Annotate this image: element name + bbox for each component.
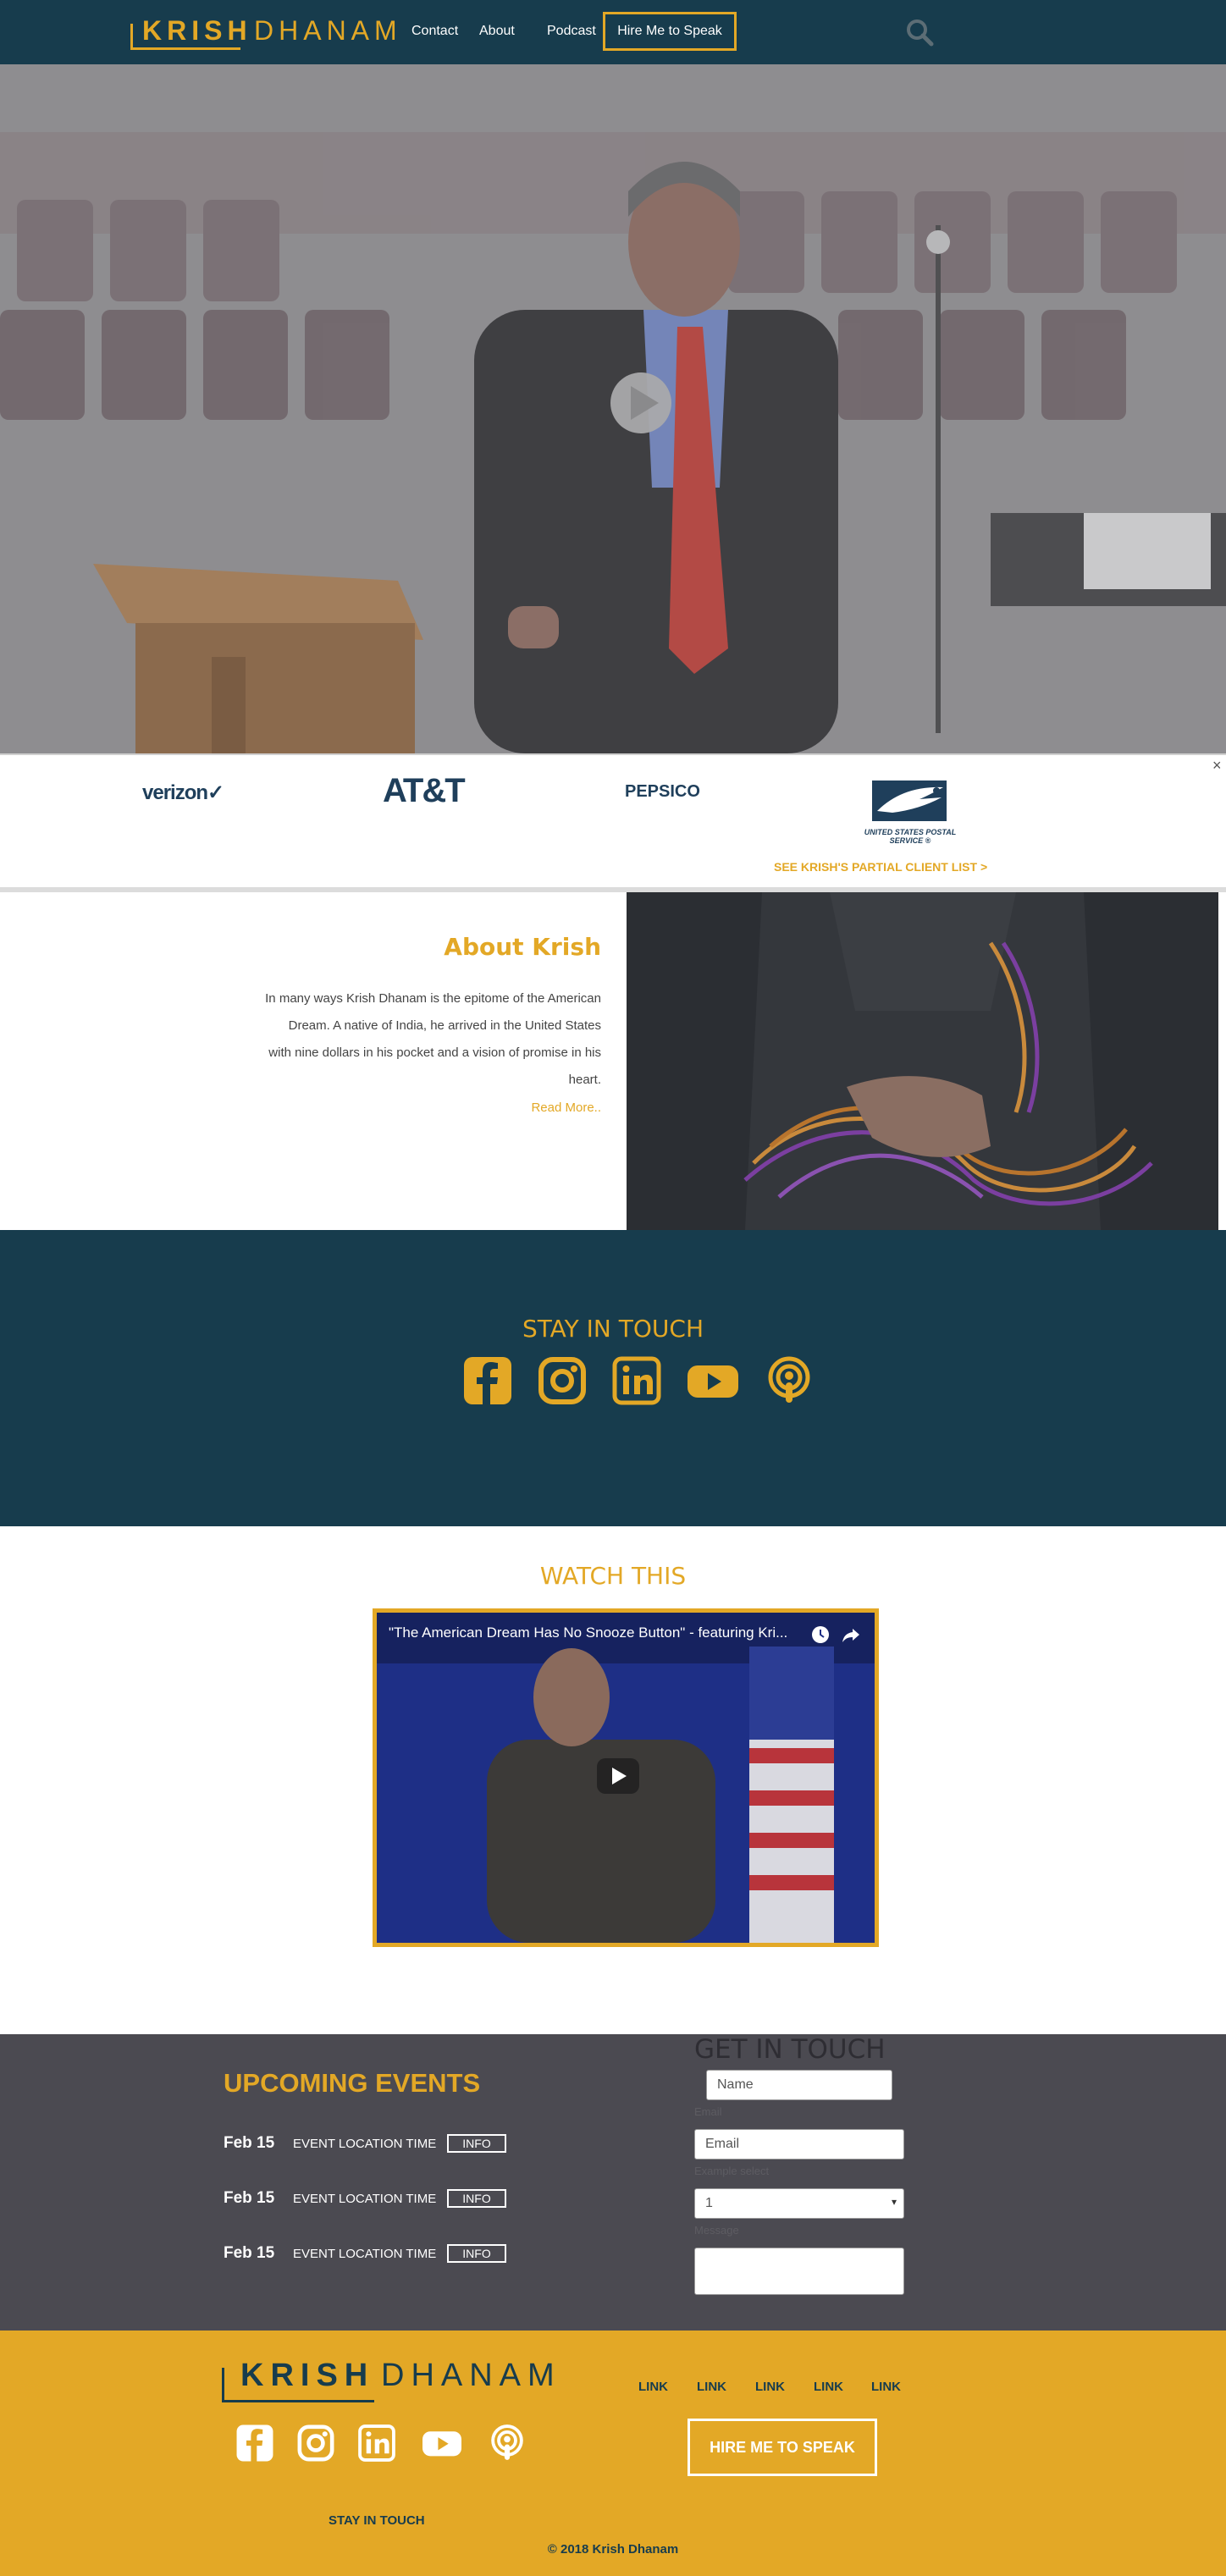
search-icon[interactable] [904,17,935,47]
email-field[interactable]: Email [694,2129,904,2160]
event-row: Feb 15 EVENT LOCATION TIME INFO [224,2244,596,2264]
watch-this-title: WATCH THIS [539,1562,687,1590]
event-date: Feb 15 [224,2244,275,2262]
footer-hire-button[interactable]: HIRE ME TO SPEAK [688,2419,877,2476]
footer-link[interactable]: LINK [871,2380,901,2394]
event-row: Feb 15 EVENT LOCATION TIME INFO [224,2134,596,2154]
instagram-icon[interactable] [296,2424,335,2463]
linkedin-icon[interactable] [357,2424,396,2463]
about-title: About Krish [444,933,601,961]
event-location: EVENT LOCATION TIME [293,2192,437,2206]
facebook-icon[interactable] [462,1355,513,1406]
stay-in-touch-title: STAY IN TOUCH [522,1315,704,1343]
event-info-button[interactable]: INFO [447,2134,506,2153]
top-nav: KRISH DHANAM Contact About Podcast Hire … [0,0,1226,64]
footer-logo-first-name: KRISH [240,2358,375,2393]
nav-link-contact[interactable]: Contact [411,24,458,39]
about-text: In many ways Krish Dhanam is the epitome… [265,991,601,1087]
video-title: "The American Dream Has No Snooze Button… [389,1624,788,1641]
about-photo [627,892,1218,1230]
hero-video[interactable] [0,64,1226,753]
copyright: © 2018 Krish Dhanam [547,2542,679,2557]
client-logos-strip: × verizon✓ AT&T PEPSICO UNITED STATES PO… [0,753,1226,892]
logo-underline [130,47,240,50]
client-logo-att: AT&T [383,772,466,809]
logo-bracket [130,24,133,49]
client-list-link[interactable]: SEE KRISH'S PARTIAL CLIENT LIST > [774,860,987,874]
email-label: Email [694,2105,722,2118]
youtube-icon[interactable] [686,1355,740,1406]
select-value: 1 [705,2196,713,2210]
logo-first-name: KRISH [142,15,252,46]
footer-link[interactable]: LINK [697,2380,726,2394]
close-icon[interactable]: × [1212,757,1222,775]
footer-link[interactable]: LINK [814,2380,843,2394]
instagram-icon[interactable] [537,1355,588,1406]
logo-last-name: DHANAM [254,15,402,46]
client-logo-verizon: verizon✓ [142,781,224,804]
video-thumbnail [377,1613,875,1943]
read-more-link[interactable]: Read More.. [531,1100,601,1115]
client-logo-pepsico: PEPSICO [625,782,700,801]
event-location: EVENT LOCATION TIME [293,2137,437,2151]
events-contact-section: UPCOMING EVENTS Feb 15 EVENT LOCATION TI… [0,2034,1226,2331]
youtube-icon[interactable] [420,2424,464,2463]
podcast-icon[interactable] [488,2424,527,2463]
share-icon[interactable] [841,1624,861,1645]
hero-image [0,64,1226,753]
about-section: About Krish In many ways Krish Dhanam is… [0,892,1226,1230]
event-info-button[interactable]: INFO [447,2244,506,2263]
footer-link[interactable]: LINK [638,2380,668,2394]
upcoming-events-title: UPCOMING EVENTS [224,2068,481,2098]
podcast-icon[interactable] [764,1355,815,1406]
event-date: Feb 15 [224,2134,275,2152]
stay-in-touch-section: STAY IN TOUCH [0,1230,1226,1526]
footer-stay-in-touch: STAY IN TOUCH [329,2513,425,2528]
get-in-touch-title: GET IN TOUCH [694,2034,886,2065]
embedded-video[interactable]: "The American Dream Has No Snooze Button… [373,1608,879,1947]
footer-logo-underline [222,2400,374,2402]
clock-icon[interactable] [810,1624,831,1645]
message-textarea[interactable] [694,2248,904,2295]
usps-eagle-icon [872,781,947,821]
footer: KRISH DHANAM LINK LINK LINK LINK LINK HI… [0,2331,1226,2576]
event-date: Feb 15 [224,2189,275,2207]
hire-me-button[interactable]: Hire Me to Speak [603,12,737,51]
footer-logo-last-name: DHANAM [381,2358,561,2393]
name-field[interactable]: Name [706,2070,892,2100]
event-location: EVENT LOCATION TIME [293,2247,437,2261]
site-logo[interactable]: KRISH DHANAM [130,12,397,51]
footer-logo[interactable]: KRISH DHANAM [222,2356,577,2407]
chevron-down-icon: ▾ [891,2196,897,2208]
message-label: Message [694,2224,739,2237]
footer-logo-bracket [222,2368,224,2402]
event-info-button[interactable]: INFO [447,2189,506,2208]
event-row: Feb 15 EVENT LOCATION TIME INFO [224,2189,596,2209]
handshake-rope-image [627,892,1218,1230]
nav-link-podcast[interactable]: Podcast [547,24,596,39]
select-label: Example select [694,2165,770,2177]
example-select[interactable]: 1 ▾ [694,2188,904,2219]
nav-link-about[interactable]: About [479,24,515,39]
facebook-icon[interactable] [235,2424,274,2463]
linkedin-icon[interactable] [611,1355,662,1406]
footer-link[interactable]: LINK [755,2380,785,2394]
client-logo-usps: UNITED STATES POSTAL SERVICE ® [864,828,957,845]
